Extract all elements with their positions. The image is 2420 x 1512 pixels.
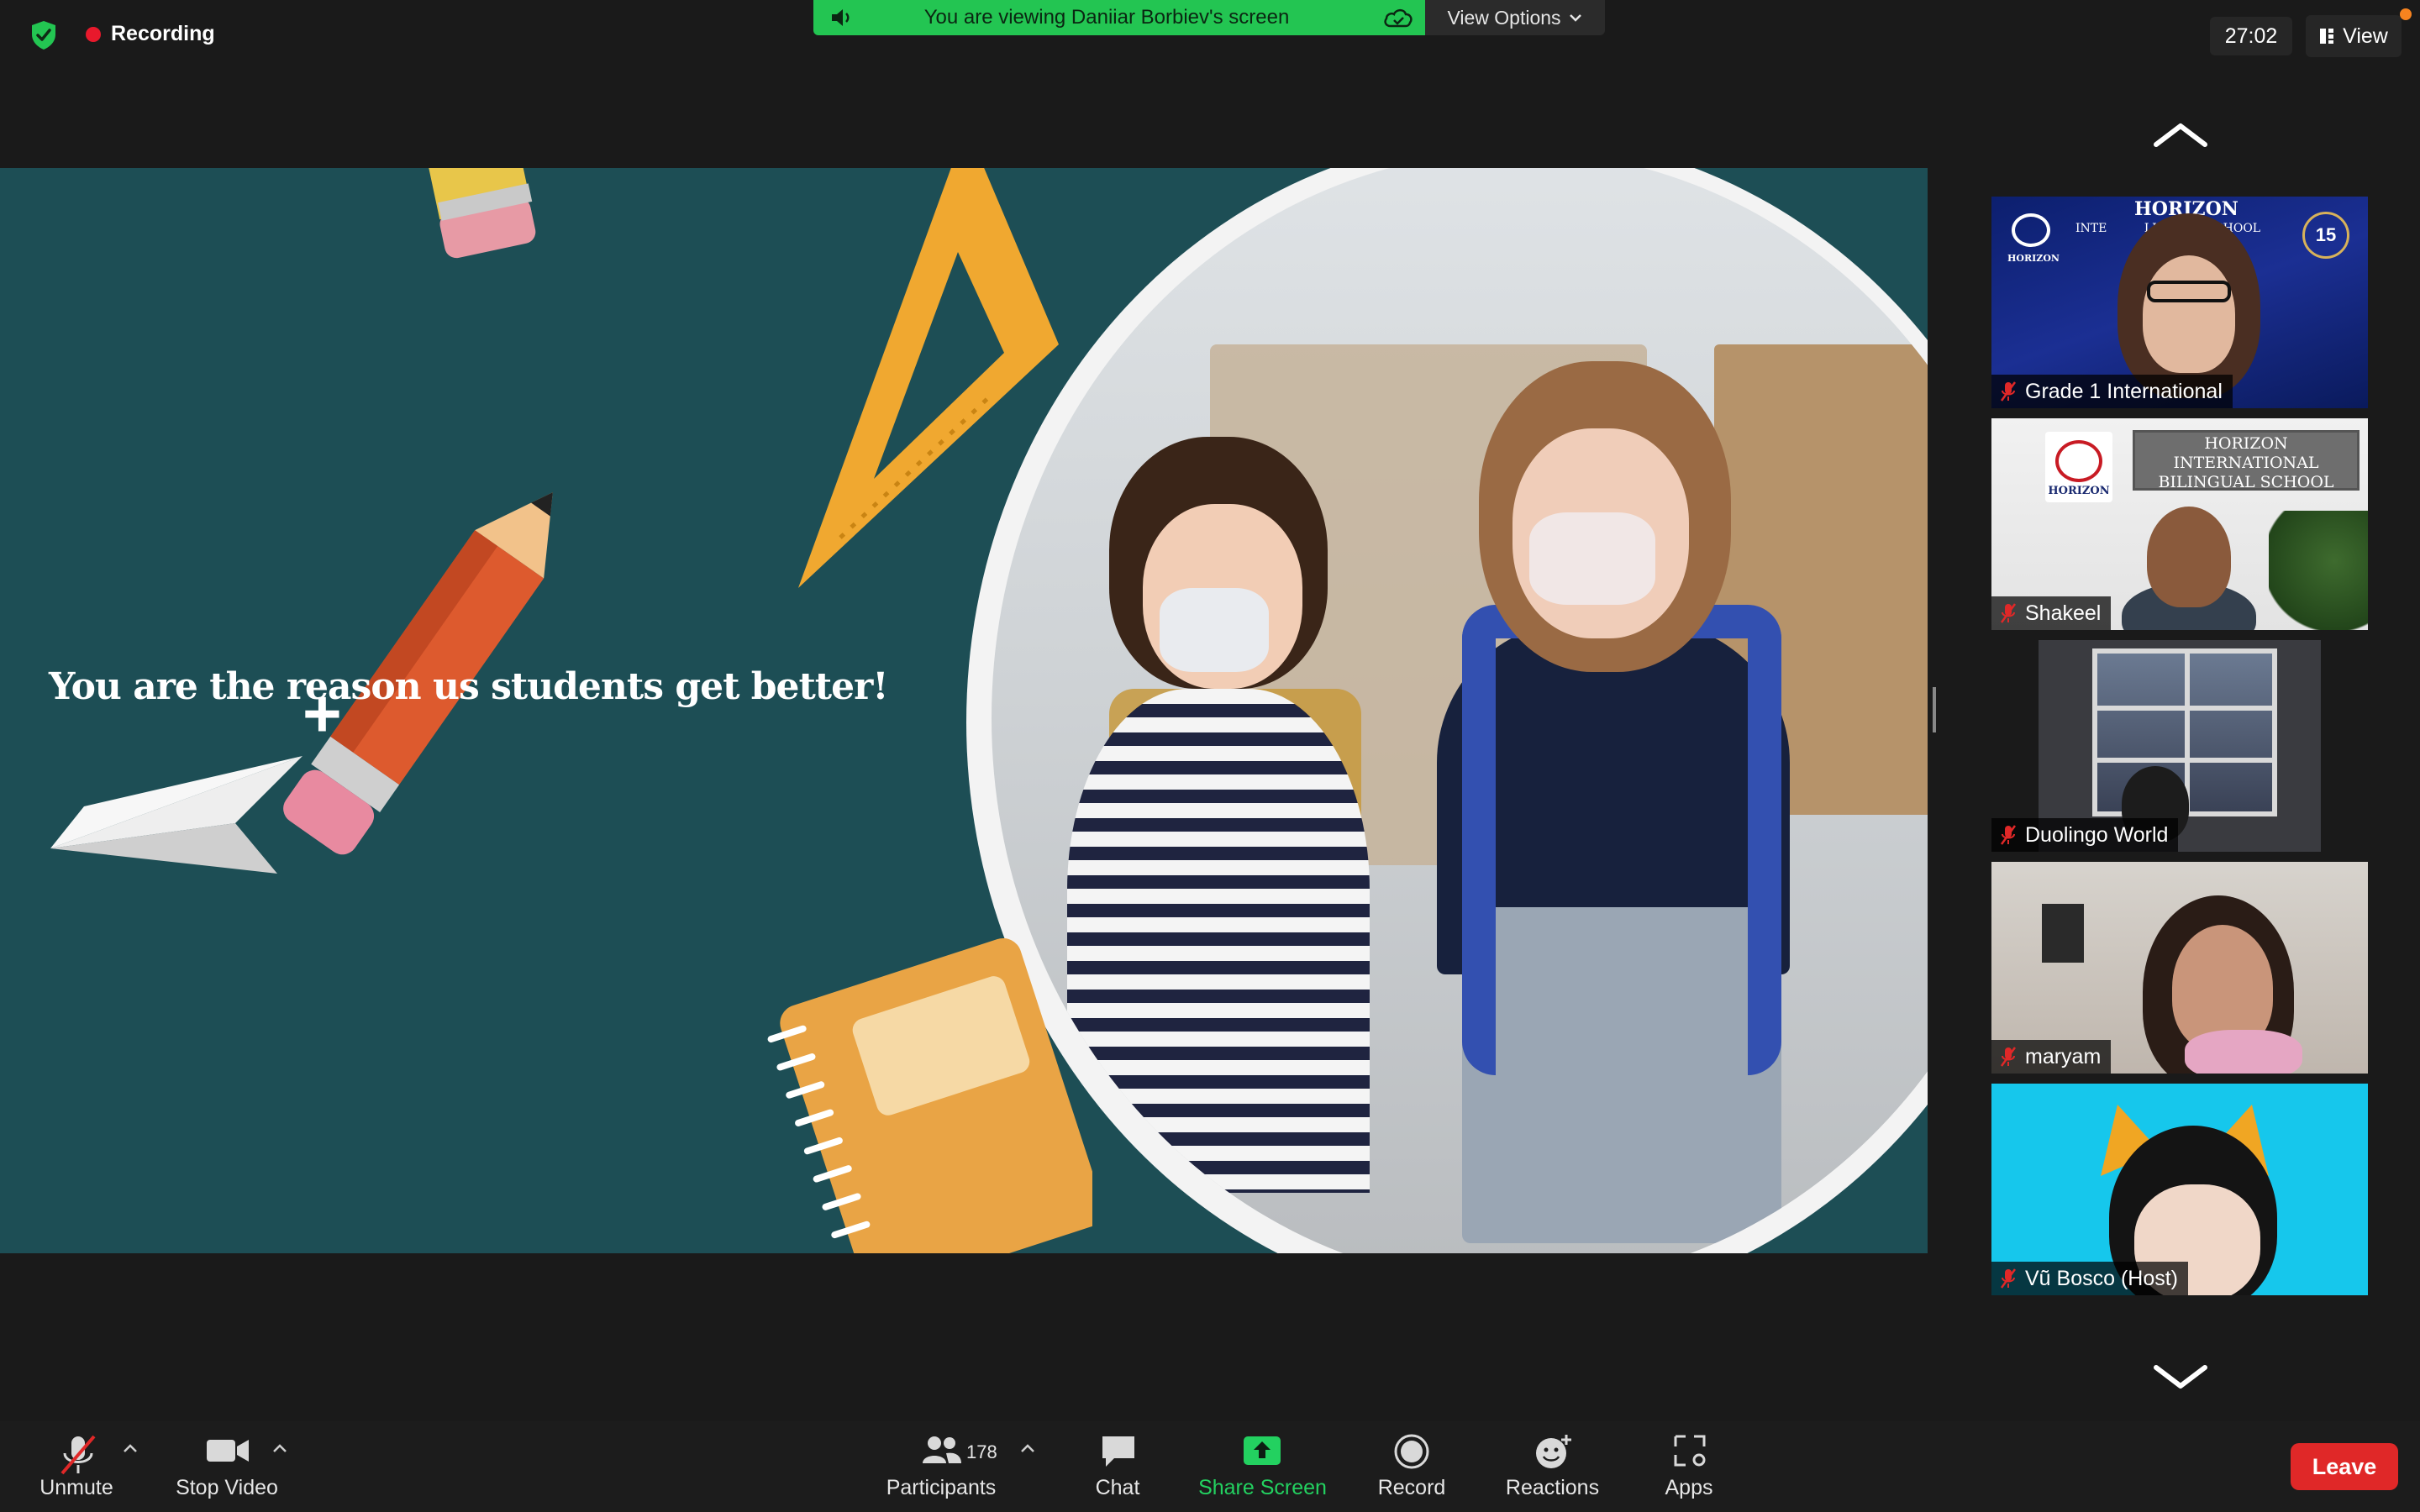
school-sign-line: INTERNATIONAL <box>2173 454 2319 472</box>
apps-icon <box>1674 1435 1706 1467</box>
school-logo-ring <box>2012 213 2050 247</box>
school-sign-line: BILINGUAL SCHOOL <box>2158 473 2334 491</box>
participants-label: Participants <box>886 1476 997 1499</box>
photo-backpack-b <box>1462 605 1781 1075</box>
participant-tile[interactable]: HORIZON HORIZON INTE LINGUAL SCHOOL 15 G… <box>1991 197 2368 408</box>
participant-tile[interactable]: Duolingo World <box>1991 640 2368 852</box>
leave-button[interactable]: Leave <box>2291 1443 2398 1490</box>
slide-headline: You are the reason us students get bette… <box>49 665 889 708</box>
share-screen-label: Share Screen <box>1198 1476 1327 1499</box>
school-logo-ring <box>2055 440 2102 482</box>
participant-name: Shakeel <box>2025 601 2102 625</box>
participant-name: Grade 1 International <box>2025 379 2223 403</box>
pencil-icon <box>283 492 553 855</box>
view-label: View <box>2343 24 2388 48</box>
share-screen-button[interactable]: Share Screen <box>1193 1428 1332 1509</box>
participant-name-tag: Grade 1 International <box>1991 375 2233 408</box>
participant-tile[interactable]: HORIZON HORIZON INTERNATIONAL BILINGUAL … <box>1991 418 2368 630</box>
apps-label: Apps <box>1665 1476 1713 1499</box>
chat-bubble-icon <box>1102 1436 1134 1467</box>
participant-name-tag: maryam <box>1991 1040 2112 1074</box>
speaker-box-shape <box>2042 904 2084 963</box>
pencil-eraser-icon <box>427 168 536 259</box>
chevron-up-icon[interactable] <box>121 1441 139 1455</box>
view-layout-button[interactable]: View <box>2306 15 2402 57</box>
chevron-up-icon[interactable] <box>2151 118 2210 151</box>
glasses-shape <box>2147 281 2231 302</box>
anniversary-badge: 15 <box>2302 212 2349 259</box>
grid-view-icon <box>2320 29 2334 44</box>
cloud-icon <box>1384 8 1413 28</box>
plant-shape <box>2269 511 2368 630</box>
school-sign: HORIZON INTERNATIONAL BILINGUAL SCHOOL <box>2133 430 2360 491</box>
participant-video-face <box>2147 507 2231 607</box>
meeting-timer: 27:02 <box>2210 17 2292 55</box>
apps-button[interactable]: Apps <box>1647 1428 1731 1509</box>
set-square-icon <box>798 168 1059 588</box>
reactions-label: Reactions <box>1505 1476 1600 1499</box>
participant-name: maryam <box>2025 1044 2102 1068</box>
chevron-up-icon[interactable] <box>1018 1441 1037 1455</box>
recording-indicator[interactable]: Recording <box>86 22 215 46</box>
mic-muted-icon <box>2000 825 2017 845</box>
participant-name-tag: Vũ Bosco (Host) <box>1991 1262 2189 1295</box>
participant-name-tag: Shakeel <box>1991 596 2112 630</box>
participants-icon <box>923 1436 961 1463</box>
share-screen-arrow-icon <box>1244 1436 1281 1465</box>
video-camera-icon <box>207 1440 249 1462</box>
screen-share-banner: You are viewing Daniiar Borbiev's screen <box>813 0 1425 35</box>
school-logo-caption: HORIZON <box>2048 485 2110 497</box>
photo-girl-b-mask <box>1529 512 1655 605</box>
chat-button[interactable]: Chat <box>1076 1428 1160 1509</box>
paper-plane-icon <box>50 756 302 874</box>
stop-video-button[interactable]: Stop Video <box>168 1428 286 1509</box>
reactions-button[interactable]: Reactions <box>1496 1428 1609 1509</box>
slide-decorations <box>50 168 1092 1253</box>
photo-girl-a-mask <box>1160 588 1269 672</box>
share-banner-text: You are viewing Daniiar Borbiev's screen <box>923 6 1290 29</box>
school-sign-line: HORIZON <box>2204 434 2288 453</box>
chevron-down-icon[interactable] <box>2151 1361 2210 1394</box>
panel-resize-handle[interactable] <box>1933 687 1936 732</box>
participants-button[interactable]: 178 Participants <box>882 1428 1000 1509</box>
unmute-button[interactable]: Unmute <box>30 1428 123 1509</box>
participant-tile[interactable]: maryam <box>1991 862 2368 1074</box>
record-circle-icon <box>1394 1434 1429 1469</box>
view-options-button[interactable]: View Options <box>1425 0 1605 35</box>
photo-girl-a-body <box>1067 689 1370 1193</box>
mic-muted-icon <box>60 1435 96 1475</box>
mic-muted-icon <box>2000 1268 2017 1289</box>
mic-muted-icon <box>2000 381 2017 402</box>
reactions-smiley-icon <box>1536 1435 1571 1468</box>
participant-name-tag: Duolingo World <box>1991 818 2179 852</box>
participant-video-face <box>2143 255 2235 373</box>
record-label: Record <box>1377 1476 1446 1499</box>
shared-screen-content[interactable]: + + You are the reason us students get b… <box>0 168 1928 1253</box>
unmute-label: Unmute <box>39 1476 113 1499</box>
school-logo: HORIZON <box>2045 432 2112 502</box>
participant-name: Vũ Bosco (Host) <box>2025 1266 2179 1290</box>
participant-tile[interactable]: Vũ Bosco (Host) <box>1991 1084 2368 1295</box>
school-logo-caption: HORIZON <box>2007 253 2060 264</box>
recording-label: Recording <box>111 22 215 45</box>
record-button[interactable]: Record <box>1370 1428 1454 1509</box>
mic-muted-icon <box>2000 1047 2017 1067</box>
window-transom <box>2097 758 2272 764</box>
participants-count: 178 <box>966 1441 997 1462</box>
pink-sleeve-shape <box>2185 1030 2302 1074</box>
notebook-icon <box>767 937 1092 1253</box>
chevron-down-icon <box>1569 14 1581 22</box>
shield-check-icon[interactable] <box>30 20 57 50</box>
chat-label: Chat <box>1095 1476 1140 1499</box>
recording-dot-icon <box>86 26 101 42</box>
slide-photo-students <box>992 168 1928 1253</box>
chevron-up-icon[interactable] <box>271 1441 289 1455</box>
school-logo: HORIZON <box>2007 210 2060 264</box>
stop-video-label: Stop Video <box>176 1476 278 1499</box>
mic-muted-icon <box>2000 603 2017 623</box>
notification-dot <box>2400 8 2412 20</box>
view-options-label: View Options <box>1447 6 1561 29</box>
participant-name: Duolingo World <box>2025 822 2169 847</box>
window-transom <box>2097 706 2272 711</box>
